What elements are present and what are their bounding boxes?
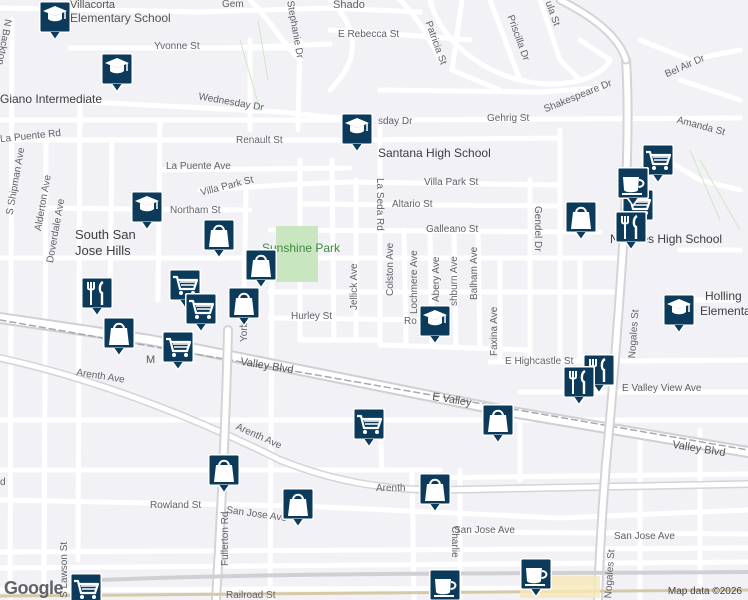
street-jellick: Jellick Ave (349, 263, 360, 310)
shopping-bag-icon (565, 201, 597, 241)
graduation-cap-icon (663, 294, 695, 334)
giano-label: Giano Intermediate (0, 92, 103, 106)
shopping-bag-icon-pin[interactable] (418, 472, 452, 514)
graduation-cap-icon-pin[interactable] (418, 304, 452, 346)
fork-knife-icon (563, 366, 595, 406)
map-canvas[interactable]: Villacorta Elementary School Gem Shado E… (0, 0, 748, 600)
shopping-bag-icon-pin[interactable] (281, 487, 315, 529)
street-yvonne: Yvonne St (154, 41, 200, 52)
graduation-cap-icon (39, 1, 71, 41)
santana-label: Santana High School (378, 146, 491, 160)
street-northam: Northam St (170, 205, 221, 216)
holling-school-label: Elementary Scho (700, 304, 748, 318)
street-villa-park-e: Villa Park St (424, 177, 479, 188)
shopping-bag-icon (228, 287, 260, 327)
shopping-bag-icon (103, 317, 135, 357)
coffee-cup-icon (429, 569, 461, 600)
graduation-cap-icon-pin[interactable] (38, 0, 72, 42)
street-gem: Gem (222, 0, 244, 10)
shopping-bag-icon (282, 488, 314, 528)
graduation-cap-icon (101, 53, 133, 93)
street-arenth-e: Arenth (376, 483, 406, 494)
shopping-bag-icon-pin[interactable] (481, 403, 515, 445)
street-rom: Ro (404, 316, 417, 327)
street-wednesday-2: sday Dr (378, 116, 413, 127)
holling-label: Holling (705, 289, 742, 303)
street-rowland: Rowland St (150, 500, 202, 511)
street-faxina: Faxina Ave (489, 306, 500, 356)
coffee-cup-icon-pin[interactable] (616, 166, 650, 208)
street-e-rebecca: E Rebecca St (338, 29, 400, 40)
graduation-cap-icon (341, 113, 373, 153)
shopping-bag-icon-pin[interactable] (207, 453, 241, 495)
street-m: M (146, 354, 156, 366)
street-altario: Altario St (392, 199, 433, 210)
shopping-bag-icon-pin[interactable] (564, 200, 598, 242)
street-fullerton: Fullerton Rd (220, 511, 231, 566)
shopping-bag-icon (208, 454, 240, 494)
shopping-bag-icon (245, 249, 277, 289)
shopping-bag-icon (419, 473, 451, 513)
street-hurley: Hurley St (291, 311, 333, 322)
street-gehrig: Gehrig St (487, 113, 530, 124)
fork-knife-icon-pin[interactable] (614, 210, 648, 252)
shopping-cart-icon (353, 408, 385, 448)
graduation-cap-icon-pin[interactable] (130, 190, 164, 232)
shopping-bag-icon (482, 404, 514, 444)
street-san-jose-e: San Jose Ave (614, 531, 675, 542)
coffee-cup-icon-pin[interactable] (519, 557, 553, 599)
fork-knife-icon-pin[interactable] (562, 365, 596, 407)
shopping-bag-icon-pin[interactable] (244, 248, 278, 290)
street-shadow: Shado (333, 0, 365, 11)
shopping-cart-icon (185, 293, 217, 333)
graduation-cap-icon (131, 191, 163, 231)
map-data-credit: Map data ©2026 (667, 586, 742, 597)
coffee-cup-icon (617, 167, 649, 207)
coffee-cup-icon-pin[interactable] (428, 568, 462, 600)
street-san-jose-m: San Jose Ave (454, 525, 515, 536)
shopping-bag-icon-pin[interactable] (202, 218, 236, 260)
shopping-bag-icon-pin[interactable] (227, 286, 261, 328)
google-logo[interactable]: Google (4, 578, 64, 599)
street-e-valley-view: E Valley View Ave (622, 383, 702, 394)
street-gendel: Gendel Dr (532, 206, 543, 252)
street-ave-w: d (0, 477, 6, 488)
street-ashburn: shburn Ave (449, 256, 460, 306)
street-la-seda: La Seda Rd (374, 178, 385, 231)
street-colston: Colston Ave (385, 242, 396, 296)
shopping-bag-icon (203, 219, 235, 259)
shopping-cart-icon-pin[interactable] (352, 407, 386, 449)
street-charlie: Charlie (449, 526, 460, 558)
shopping-cart-icon (70, 573, 102, 600)
villacorta-label: Villacorta (70, 0, 116, 11)
street-railroad: Railroad St (226, 590, 276, 600)
graduation-cap-icon-pin[interactable] (340, 112, 374, 154)
graduation-cap-icon-pin[interactable] (100, 52, 134, 94)
coffee-cup-icon (520, 558, 552, 598)
villacorta-school-label: Elementary School (70, 11, 171, 25)
shopping-bag-icon-pin[interactable] (102, 316, 136, 358)
fork-knife-icon (81, 277, 113, 317)
shopping-cart-icon-pin[interactable] (184, 292, 218, 334)
graduation-cap-icon-pin[interactable] (662, 293, 696, 335)
street-abery: Abery Ave (431, 256, 442, 302)
shopping-cart-icon (162, 331, 194, 371)
fork-knife-icon-pin[interactable] (80, 276, 114, 318)
jose-hills-label: Jose Hills (75, 243, 131, 258)
graduation-cap-icon (419, 305, 451, 345)
shopping-cart-icon-pin[interactable] (161, 330, 195, 372)
fork-knife-icon (615, 211, 647, 251)
south-san-label: South San (75, 227, 136, 242)
street-galleano: Galleano St (426, 224, 479, 235)
street-la-puente-ave: La Puente Ave (166, 161, 231, 172)
street-renault: Renault St (236, 135, 283, 146)
shopping-cart-icon-pin[interactable] (69, 572, 103, 600)
street-balham: Balham Ave (469, 246, 480, 300)
